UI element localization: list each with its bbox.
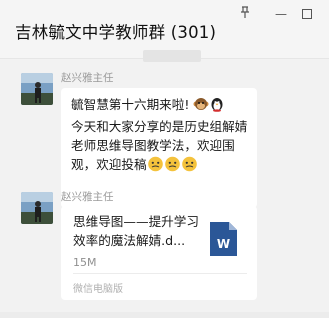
maximize-button[interactable] [300, 6, 314, 22]
sender-name: 赵兴雅主任 [61, 72, 114, 84]
message-line-1: 毓智慧第十六期来啦! [71, 97, 194, 112]
svg-text:W: W [217, 237, 230, 251]
file-name: 思维导图——提升学习效率的魔法解婧.d... [73, 214, 199, 248]
penguin-emoji [209, 96, 225, 117]
pin-icon[interactable] [238, 6, 252, 22]
timestamp-chip [143, 50, 201, 62]
sender-name: 赵兴雅主任 [61, 191, 114, 203]
awkward-face-emoji [147, 156, 164, 177]
awkward-face-emoji [181, 156, 198, 177]
minimize-button[interactable]: — [274, 6, 288, 22]
chat-title: 吉林毓文中学教师群 (301) [15, 23, 217, 42]
monkey-emoji [193, 96, 209, 117]
awkward-face-emoji [164, 156, 181, 177]
word-document-icon: W [210, 222, 237, 260]
sender-avatar[interactable] [21, 192, 53, 224]
file-card-divider [73, 273, 247, 274]
maximize-icon [302, 9, 312, 19]
sender-avatar[interactable] [21, 73, 53, 105]
file-size: 15M [73, 256, 97, 269]
file-source-label: 微信电脑版 [73, 284, 123, 295]
minimize-icon: — [275, 7, 287, 21]
message-text: 毓智慧第十六期来啦! 今天和大家分享的是历史组解婧老师思维导图教学法，欢迎围观，… [71, 95, 255, 177]
file-message-card[interactable]: 思维导图——提升学习效率的魔法解婧.d... W 15M 微信电脑版 [61, 206, 257, 300]
next-message-hint [0, 312, 329, 318]
chat-window: 吉林毓文中学教师群 (301) — 赵兴雅主任 毓智慧第十六期来啦! 今天和大家… [0, 0, 329, 318]
